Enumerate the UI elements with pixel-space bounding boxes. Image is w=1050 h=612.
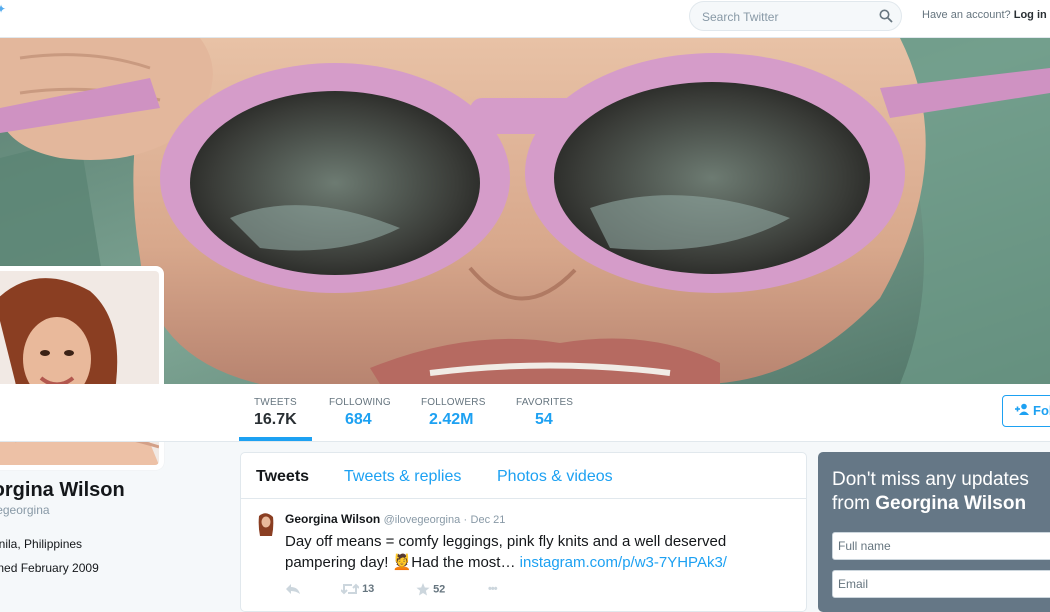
follow-button-label: Follow <box>1033 403 1050 418</box>
tweet-emoji: 💆 <box>392 554 412 571</box>
signup-profile-name: Georgina Wilson <box>875 493 1027 514</box>
tweet-author-name[interactable]: Georgina Wilson <box>285 512 380 526</box>
profile-name[interactable]: Georgina Wilson <box>0 479 125 502</box>
account-prompt: Have an account? Log in <box>922 9 1047 21</box>
add-user-icon <box>1015 403 1029 418</box>
search-box[interactable] <box>689 1 902 31</box>
reply-button[interactable] <box>285 583 301 595</box>
star-icon <box>416 583 430 596</box>
signup-subheading: from Georgina Wilson <box>832 493 1026 515</box>
tweet-separator: · <box>463 514 468 526</box>
stat-value: 16.7K <box>254 411 297 428</box>
search-icon[interactable] <box>879 9 893 23</box>
search-input[interactable] <box>702 8 872 26</box>
email-field[interactable] <box>832 570 1050 598</box>
top-bar: ✦ Have an account? Log in <box>0 0 1050 38</box>
stat-following[interactable]: FOLLOWING 684 <box>329 397 391 429</box>
stat-followers[interactable]: FOLLOWERS 2.42M <box>421 397 486 429</box>
stat-value: 684 <box>345 411 372 428</box>
stat-favorites[interactable]: FAVORITES 54 <box>516 397 573 429</box>
signup-heading: Don't miss any updates <box>832 469 1029 490</box>
retweet-icon <box>340 583 360 595</box>
login-link[interactable]: Log in <box>1014 9 1047 21</box>
follow-button[interactable]: Follow <box>1002 395 1050 427</box>
profile-nav-bar: TWEETS 16.7K FOLLOWING 684 FOLLOWERS 2.4… <box>0 384 1050 442</box>
profile-handle[interactable]: @ilovegeorgina <box>0 503 50 517</box>
retweet-button[interactable]: 13 <box>340 583 375 595</box>
more-options-icon[interactable]: ••• <box>488 583 498 595</box>
signup-from: from <box>832 493 876 514</box>
timeline-tabs: Tweets Tweets & replies Photos & videos <box>241 453 806 499</box>
tweet-actions: 13 52 ••• <box>285 583 585 601</box>
tweet-link[interactable]: instagram.com/p/w3-7YHPAk3/ <box>520 554 727 571</box>
tweet-text-continued: Had the most… <box>411 554 520 571</box>
profile-joined-date: Joined February 2009 <box>0 561 99 575</box>
tweet-header: Georgina Wilson @ilovegeorgina · Dec 21 <box>285 512 505 526</box>
twitter-bird-icon[interactable]: ✦ <box>0 2 6 16</box>
stat-value: 2.42M <box>429 411 474 428</box>
favorite-button[interactable]: 52 <box>416 583 445 596</box>
stat-label: FOLLOWING <box>329 397 391 408</box>
account-prompt-text: Have an account? <box>922 9 1011 21</box>
tweet-author-avatar[interactable] <box>256 512 276 536</box>
profile-location: Manila, Philippines <box>0 537 83 551</box>
favorite-count: 52 <box>433 583 446 596</box>
tab-photos-videos[interactable]: Photos & videos <box>497 468 613 486</box>
retweet-count: 13 <box>362 583 375 595</box>
tab-tweets-replies[interactable]: Tweets & replies <box>344 468 461 486</box>
tab-tweets[interactable]: Tweets <box>256 468 309 486</box>
full-name-field[interactable] <box>832 532 1050 560</box>
tweet-date[interactable]: Dec 21 <box>471 514 506 526</box>
reply-icon <box>286 584 300 595</box>
stat-label: FOLLOWERS <box>421 397 486 408</box>
stat-tweets[interactable]: TWEETS 16.7K <box>239 397 312 441</box>
stat-label: FAVORITES <box>516 397 574 408</box>
signup-card: Don't miss any updates from Georgina Wil… <box>818 452 1050 612</box>
stat-label: TWEETS <box>254 397 297 408</box>
stat-value: 54 <box>535 411 553 428</box>
tweet-author-handle[interactable]: @ilovegeorgina <box>384 514 461 526</box>
tweet-text: Day off means = comfy leggings, pink fly… <box>285 531 775 573</box>
